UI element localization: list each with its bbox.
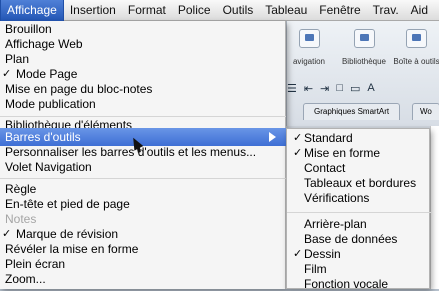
- menu-item-label: Notes: [5, 212, 37, 226]
- smartart-tab[interactable]: Graphiques SmartArt: [303, 103, 401, 120]
- menu-item-label: Mode Page: [16, 67, 78, 81]
- menu-item-brouillon[interactable]: Brouillon: [0, 22, 286, 36]
- menu-item-label: Plein écran: [5, 257, 66, 271]
- toolbars-submenu: ✓ Standard ✓ Mise en forme Contact Tableau…: [286, 128, 431, 291]
- library-icon: [353, 29, 375, 48]
- menu-item-entete-pied-page[interactable]: En-tête et pied de page: [0, 197, 286, 211]
- document-page: [430, 126, 439, 289]
- menu-item-reveler-mise-en-forme[interactable]: Révéler la mise en forme: [0, 242, 286, 256]
- menu-tableau[interactable]: Tableau: [259, 0, 313, 21]
- menu-separator: [0, 116, 286, 117]
- submenu-item-label: Dessin: [304, 247, 341, 261]
- view-menu: Brouillon Affichage Web Plan ✓ Mode Page …: [0, 21, 286, 289]
- menu-item-zoom[interactable]: Zoom...: [0, 272, 286, 286]
- menu-trav[interactable]: Trav.: [367, 0, 405, 21]
- menu-item-label: Révéler la mise en forme: [5, 242, 139, 256]
- submenu-item-standard[interactable]: ✓ Standard: [287, 131, 431, 145]
- menu-bar: Affichage Insertion Format Police Outils…: [0, 0, 439, 21]
- submenu-item-label: Contact: [304, 161, 346, 175]
- menu-separator: [0, 178, 286, 179]
- menu-item-notes: Notes: [0, 212, 286, 226]
- menu-item-label: Affichage Web: [5, 37, 83, 51]
- indent-right-icon[interactable]: ⇥: [320, 82, 329, 95]
- menu-item-personnaliser-barres[interactable]: Personnaliser les barres d'outils et les…: [0, 145, 286, 159]
- submenu-item-label: Film: [304, 262, 327, 276]
- menu-item-label: Brouillon: [5, 22, 52, 36]
- menu-fenetre[interactable]: Fenêtre: [313, 0, 366, 21]
- submenu-item-label: Vérifications: [304, 191, 370, 205]
- menu-outils[interactable]: Outils: [217, 0, 260, 21]
- check-icon: ✓: [293, 248, 303, 260]
- submenu-item-contact[interactable]: Contact: [287, 161, 431, 175]
- menu-item-label: Marque de révision: [16, 227, 119, 241]
- submenu-item-tableaux-bordures[interactable]: Tableaux et bordures: [287, 176, 431, 190]
- menu-item-bloc-notes[interactable]: Mise en page du bloc-notes: [0, 82, 286, 96]
- menu-format[interactable]: Format: [122, 0, 172, 21]
- menu-item-label: Mode publication: [5, 97, 96, 111]
- submenu-item-label: Tableaux et bordures: [304, 176, 417, 190]
- ribbon-toolbar: avigation Bibliothèque Boîte à outils ☰ …: [286, 21, 439, 126]
- library-label: Bibliothèque: [341, 57, 387, 66]
- menu-item-label: Mise en page du bloc-notes: [5, 82, 153, 96]
- menu-police[interactable]: Police: [172, 0, 217, 21]
- toolbox-label: Boîte à outils: [393, 57, 439, 66]
- submenu-item-dessin[interactable]: ✓ Dessin: [287, 247, 431, 261]
- navigation-icon: [298, 29, 320, 48]
- check-icon: ✓: [2, 68, 12, 80]
- submenu-item-label: Standard: [304, 131, 353, 145]
- border-icon[interactable]: □: [336, 82, 343, 94]
- navigation-label: avigation: [292, 57, 326, 66]
- menu-item-label: Zoom...: [5, 272, 46, 286]
- submenu-item-mise-en-forme[interactable]: ✓ Mise en forme: [287, 146, 431, 160]
- submenu-item-arriere-plan[interactable]: Arrière-plan: [287, 217, 431, 231]
- submenu-separator: [287, 212, 431, 213]
- check-icon: ✓: [293, 132, 303, 144]
- indent-left-icon[interactable]: ⇤: [304, 82, 313, 95]
- menu-insertion[interactable]: Insertion: [64, 0, 122, 21]
- menu-item-label: Barres d'outils: [5, 130, 81, 144]
- menu-item-mode-publication[interactable]: Mode publication: [0, 97, 286, 111]
- menu-item-volet-navigation[interactable]: Volet Navigation: [0, 160, 286, 174]
- menu-item-plan[interactable]: Plan: [0, 52, 286, 66]
- submenu-item-verifications[interactable]: Vérifications: [287, 191, 431, 205]
- menu-item-barres-outils[interactable]: Barres d'outils: [0, 128, 286, 146]
- formatting-toolbar-row: ☰ ⇤ ⇥ □ ▭ A: [287, 79, 439, 97]
- font-color-icon[interactable]: A: [367, 82, 374, 94]
- menu-item-label: En-tête et pied de page: [5, 197, 130, 211]
- menu-item-mode-page[interactable]: ✓ Mode Page: [0, 67, 286, 81]
- wo-tab[interactable]: Wo: [412, 103, 439, 120]
- submenu-item-label: Base de données: [304, 232, 398, 246]
- menu-item-label: Personnaliser les barres d'outils et les…: [5, 145, 257, 159]
- submenu-item-label: Arrière-plan: [304, 217, 367, 231]
- menu-item-label: Plan: [5, 52, 30, 66]
- submenu-item-film[interactable]: Film: [287, 262, 431, 276]
- toolbox-icon: [406, 29, 427, 48]
- menu-item-label: Règle: [5, 182, 37, 196]
- menu-aide[interactable]: Aid: [405, 0, 434, 21]
- menu-affichage[interactable]: Affichage: [0, 0, 64, 21]
- check-icon: ✓: [2, 228, 12, 240]
- submenu-arrow-icon: [269, 132, 276, 142]
- menu-item-affichage-web[interactable]: Affichage Web: [0, 37, 286, 51]
- check-icon: ✓: [293, 147, 303, 159]
- list-icon[interactable]: ☰: [287, 82, 297, 95]
- menu-item-regle[interactable]: Règle: [0, 182, 286, 196]
- highlight-icon[interactable]: ▭: [350, 82, 360, 95]
- menu-item-label: Volet Navigation: [5, 160, 92, 174]
- menu-item-marque-revision[interactable]: ✓ Marque de révision: [0, 227, 286, 241]
- submenu-item-base-donnees[interactable]: Base de données: [287, 232, 431, 246]
- menu-item-plein-ecran[interactable]: Plein écran: [0, 257, 286, 271]
- submenu-item-label: Mise en forme: [304, 146, 381, 160]
